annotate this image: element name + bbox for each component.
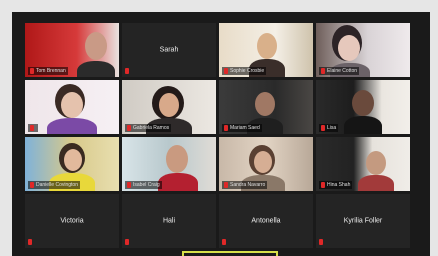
participant-name: Isabel Craig bbox=[133, 182, 160, 188]
participant-name: Hina Shah bbox=[327, 182, 351, 188]
participant-tile[interactable] bbox=[25, 80, 119, 134]
participant-name-label: Sandra Navarro bbox=[222, 181, 268, 189]
mic-muted-icon bbox=[224, 182, 228, 188]
participant-name-label: Sophie Crosbie bbox=[222, 67, 267, 75]
mic-muted-icon bbox=[224, 68, 228, 74]
mic-muted-icon bbox=[321, 182, 325, 188]
participant-name: Gabriela Ramos bbox=[133, 125, 170, 131]
participant-name: Danielle Covington bbox=[36, 182, 78, 188]
mic-muted-icon bbox=[321, 68, 325, 74]
participant-name-label: Danielle Covington bbox=[28, 181, 80, 189]
participant-name-label bbox=[28, 124, 38, 132]
participant-tile[interactable]: Sophie Crosbie bbox=[219, 23, 313, 77]
participant-name: Lisa bbox=[327, 125, 337, 131]
mic-muted-icon bbox=[125, 239, 129, 245]
participant-name-label: Elaine Cotton bbox=[319, 67, 360, 75]
mic-muted-icon bbox=[30, 182, 34, 188]
participant-tile[interactable]: Lisa bbox=[316, 80, 410, 134]
participant-name: Sandra Navarro bbox=[230, 182, 266, 188]
participant-tile[interactable]: Antonella bbox=[219, 194, 313, 248]
participant-name-label: Isabel Craig bbox=[125, 181, 162, 189]
participant-video bbox=[25, 80, 119, 134]
participant-name: Elaine Cotton bbox=[327, 68, 358, 74]
mic-muted-icon bbox=[125, 68, 129, 74]
participant-name: Victoria bbox=[60, 217, 84, 225]
participant-name: Kyrilia Foller bbox=[343, 217, 383, 225]
participant-tile[interactable]: Gabriela Ramos bbox=[122, 80, 216, 134]
participant-tile[interactable]: Tom Brennan bbox=[25, 23, 119, 77]
active-speaker-indicator bbox=[182, 251, 278, 256]
participant-name: Sarah bbox=[159, 46, 179, 54]
mic-muted-icon bbox=[30, 125, 34, 131]
participant-name-label: Gabriela Ramos bbox=[125, 124, 172, 132]
participant-tile[interactable]: Sandra Navarro bbox=[219, 137, 313, 191]
mic-muted-icon bbox=[127, 125, 131, 131]
participant-name-label: Mariam Saed bbox=[222, 124, 262, 132]
participant-name: Hali bbox=[162, 217, 176, 225]
mic-muted-icon bbox=[127, 182, 131, 188]
participant-tile[interactable]: Victoria bbox=[25, 194, 119, 248]
participant-tile[interactable]: Danielle Covington bbox=[25, 137, 119, 191]
participant-name-label: Lisa bbox=[319, 124, 339, 132]
participant-tile[interactable]: Kyrilia Foller bbox=[316, 194, 410, 248]
participant-tile[interactable]: Hina Shah bbox=[316, 137, 410, 191]
mic-muted-icon bbox=[222, 239, 226, 245]
mic-muted-icon bbox=[30, 68, 34, 74]
participant-tile[interactable]: Elaine Cotton bbox=[316, 23, 410, 77]
participant-name: Antonella bbox=[251, 217, 281, 225]
participant-name: Mariam Saed bbox=[230, 125, 260, 131]
participant-name-label: Tom Brennan bbox=[28, 67, 68, 75]
video-gallery: Tom Brennan Sarah Sophie Crosbie Elaine … bbox=[12, 12, 430, 256]
participant-tile[interactable]: Sarah bbox=[122, 23, 216, 77]
mic-muted-icon bbox=[319, 239, 323, 245]
participant-name-label: Hina Shah bbox=[319, 181, 353, 189]
participant-tile[interactable]: Mariam Saed bbox=[219, 80, 313, 134]
participant-name: Sophie Crosbie bbox=[230, 68, 265, 74]
participant-tile[interactable]: Hali bbox=[122, 194, 216, 248]
participant-name: Tom Brennan bbox=[36, 68, 66, 74]
mic-muted-icon bbox=[28, 239, 32, 245]
mic-muted-icon bbox=[321, 125, 325, 131]
mic-muted-icon bbox=[224, 125, 228, 131]
participant-tile[interactable]: Isabel Craig bbox=[122, 137, 216, 191]
